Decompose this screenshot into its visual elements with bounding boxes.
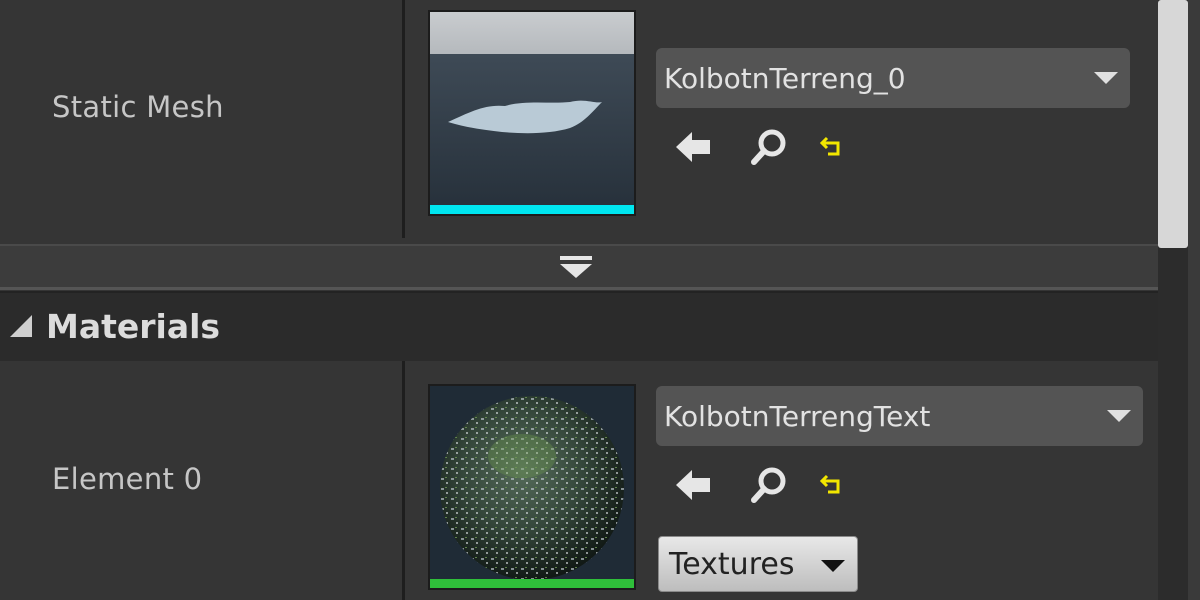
use-selected-asset-button[interactable] <box>670 124 716 170</box>
column-divider <box>402 361 405 600</box>
material-sphere-preview <box>430 386 634 588</box>
double-chevron-down-icon <box>560 256 592 278</box>
material-asset-combo[interactable]: KolbotnTerrengText <box>656 386 1143 446</box>
panel-edge <box>1188 0 1200 600</box>
chevron-down-icon <box>1107 410 1131 422</box>
browse-use-arrow-icon <box>676 132 710 162</box>
find-in-browser-icon <box>751 467 786 503</box>
materials-category-title: Materials <box>46 307 221 346</box>
chevron-down-icon <box>1094 72 1118 84</box>
details-panel: Static Mesh KolbotnTerreng_0 Materials E… <box>0 0 1200 600</box>
material-thumbnail[interactable] <box>428 384 636 590</box>
advanced-expander <box>0 244 1200 290</box>
textures-dropdown-button[interactable]: Textures <box>658 536 858 592</box>
expand-advanced-button[interactable] <box>558 252 594 284</box>
static-mesh-asset-combo[interactable]: KolbotnTerreng_0 <box>656 48 1130 108</box>
collapse-triangle-icon <box>10 315 32 337</box>
reset-to-default-icon <box>819 474 840 494</box>
scrollbar-thumb[interactable] <box>1158 0 1188 248</box>
browse-to-asset-button[interactable] <box>746 124 792 170</box>
element-0-label: Element 0 <box>52 462 203 496</box>
find-in-browser-icon <box>751 129 786 165</box>
use-selected-material-button[interactable] <box>670 462 716 508</box>
asset-type-color-bar <box>430 205 634 214</box>
material-asset-name: KolbotnTerrengText <box>664 399 931 433</box>
static-mesh-label: Static Mesh <box>52 90 224 124</box>
reset-to-default-button[interactable] <box>810 124 856 170</box>
browse-use-arrow-icon <box>676 470 710 500</box>
static-mesh-thumbnail[interactable] <box>428 10 636 216</box>
browse-to-material-button[interactable] <box>746 462 792 508</box>
column-divider <box>402 0 405 238</box>
reset-material-button[interactable] <box>810 462 856 508</box>
textures-button-label: Textures <box>669 546 795 582</box>
asset-type-color-bar <box>430 579 634 588</box>
static-mesh-asset-name: KolbotnTerreng_0 <box>664 61 906 95</box>
mesh-preview-image <box>430 12 634 214</box>
reset-to-default-icon <box>819 136 840 156</box>
materials-category-header[interactable]: Materials <box>0 291 1200 361</box>
caret-down-icon <box>821 560 845 572</box>
